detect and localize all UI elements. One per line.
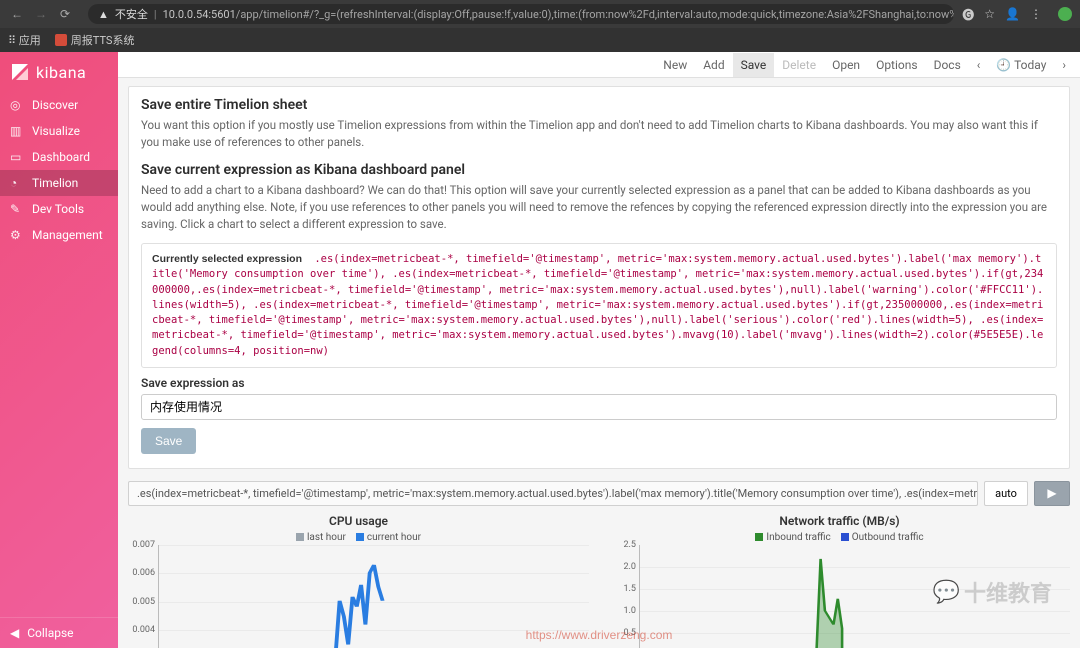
play-button[interactable]: ▶ (1034, 481, 1070, 506)
bar-chart-icon: ▥ (10, 124, 24, 138)
expression-text: .es(index=metricbeat-*, timefield='@time… (152, 253, 1043, 356)
sidebar-item-dashboard[interactable]: ▭Dashboard (0, 144, 118, 170)
time-prev-button[interactable]: ‹ (969, 53, 989, 77)
legend-swatch-icon (356, 533, 364, 541)
expression-display: Currently selected expression .es(index=… (141, 243, 1057, 368)
bookmark-favicon-icon (55, 34, 67, 46)
save-expr-heading: Save current expression as Kibana dashbo… (141, 162, 1057, 178)
sidebar: kibana ◎Discover ▥Visualize ▭Dashboard ◔… (0, 52, 118, 648)
compass-icon: ◎ (10, 98, 24, 112)
chart-cpu[interactable]: CPU usage last hour current hour 1 0.007… (128, 514, 589, 648)
save-panel: Save entire Timelion sheet You want this… (128, 86, 1070, 469)
save-expr-desc: Need to add a chart to a Kibana dashboar… (141, 182, 1057, 234)
sidebar-item-management[interactable]: ⚙Management (0, 222, 118, 248)
url-host: 10.0.0.54 (163, 8, 209, 21)
top-toolbar: New Add Save Delete Open Options Docs ‹ … (118, 52, 1080, 78)
reload-icon[interactable]: ⟳ (56, 5, 74, 23)
forward-icon[interactable]: → (32, 5, 50, 23)
chart-title: CPU usage (128, 514, 589, 528)
apps-button[interactable]: ⠿ 应用 (8, 32, 41, 48)
add-button[interactable]: Add (695, 53, 732, 77)
query-input[interactable]: .es(index=metricbeat-*, timefield='@time… (128, 481, 978, 506)
dashboard-icon: ▭ (10, 150, 24, 164)
bookmark-bar: ⠿ 应用 周报TTS系统 (0, 28, 1080, 52)
save-as-label: Save expression as (141, 376, 1057, 390)
back-icon[interactable]: ← (8, 5, 26, 23)
url-path: /app/timelion#/?_g=(refreshInterval:(dis… (236, 8, 954, 21)
chart-title: Network traffic (MB/s) (609, 514, 1070, 528)
chevron-left-icon: ◀ (10, 626, 19, 640)
save-as-input[interactable] (141, 394, 1057, 420)
sidebar-item-timelion[interactable]: ◔Timelion (0, 170, 118, 196)
y-axis: 2.5 2.0 1.5 1.0 0.5 0.0 -0.5 -1.0 -1.5 -… (608, 545, 638, 648)
sidebar-item-visualize[interactable]: ▥Visualize (0, 118, 118, 144)
chart-legend: Inbound traffic Outbound traffic (609, 532, 1070, 543)
legend-swatch-icon (296, 533, 304, 541)
chart-plot (640, 545, 1070, 648)
address-bar[interactable]: ▲ 不安全 | 10.0.0.54:5601/app/timelion#/?_g… (88, 4, 954, 24)
bookmark-item[interactable]: 周报TTS系统 (55, 32, 135, 48)
chart-plot (159, 545, 589, 648)
sidebar-item-devtools[interactable]: ✎Dev Tools (0, 196, 118, 222)
expression-label: Currently selected expression (152, 253, 302, 265)
time-picker[interactable]: 🕘 Today (988, 53, 1054, 77)
delete-button: Delete (774, 53, 824, 77)
save-sheet-desc: You want this option if you mostly use T… (141, 117, 1057, 152)
translate-icon[interactable]: 🅖 (962, 6, 974, 23)
sidebar-item-discover[interactable]: ◎Discover (0, 92, 118, 118)
insecure-icon: ▲ (98, 8, 109, 21)
save-button[interactable]: Save (141, 428, 196, 454)
gear-icon: ⚙ (10, 228, 24, 242)
save-sheet-heading: Save entire Timelion sheet (141, 97, 1057, 113)
interval-select[interactable]: auto (984, 481, 1028, 506)
menu-icon[interactable]: ⋮ (1030, 7, 1042, 21)
wrench-icon: ✎ (10, 202, 24, 216)
status-dot-icon (1058, 7, 1072, 21)
new-button[interactable]: New (655, 53, 695, 77)
profile-icon[interactable]: 👤 (1005, 7, 1020, 21)
star-icon[interactable]: ☆ (984, 7, 995, 21)
options-button[interactable]: Options (868, 53, 926, 77)
kibana-icon (10, 62, 30, 82)
docs-button[interactable]: Docs (926, 53, 969, 77)
y-axis: 0.007 0.006 0.005 0.004 0.003 0.002 0.00… (127, 545, 157, 648)
legend-swatch-icon (755, 533, 763, 541)
time-next-button[interactable]: › (1054, 53, 1074, 77)
collapse-button[interactable]: ◀Collapse (0, 617, 118, 648)
chart-network[interactable]: Network traffic (MB/s) Inbound traffic O… (609, 514, 1070, 648)
legend-swatch-icon (841, 533, 849, 541)
browser-bar: ← → ⟳ ▲ 不安全 | 10.0.0.54:5601/app/timelio… (0, 0, 1080, 28)
security-label: 不安全 (115, 6, 148, 22)
open-button[interactable]: Open (824, 53, 868, 77)
clock-icon: ◔ (10, 176, 24, 190)
save-menu-button[interactable]: Save (733, 53, 775, 77)
chart-legend: last hour current hour (128, 532, 589, 543)
brand-logo[interactable]: kibana (0, 52, 118, 92)
